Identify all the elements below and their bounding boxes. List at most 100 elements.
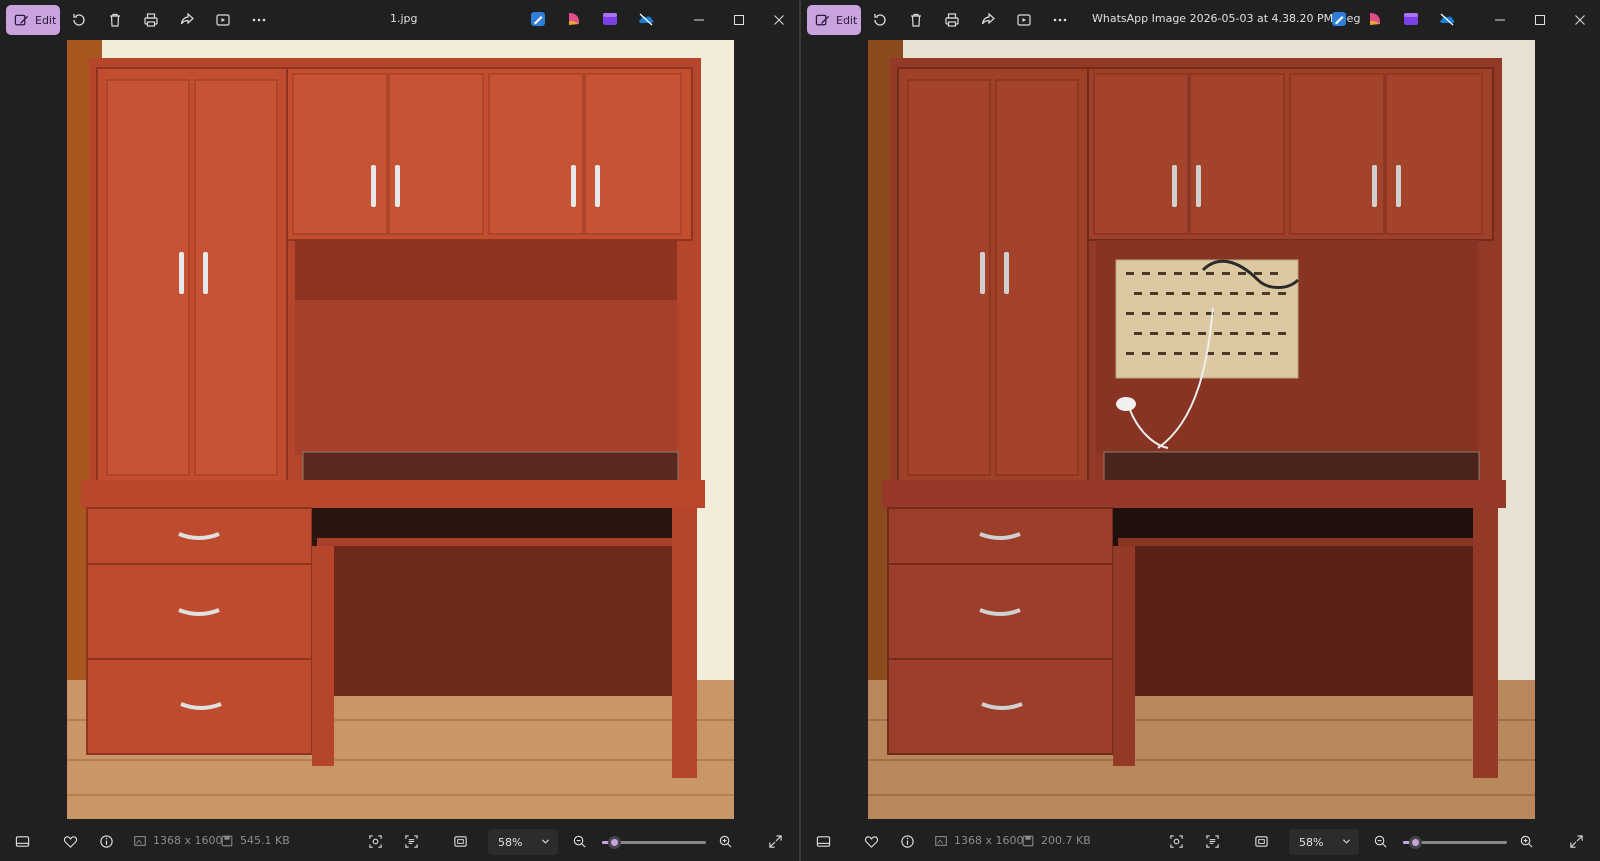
text-scan-button[interactable]	[1203, 832, 1221, 850]
photo-editor-icon[interactable]	[1331, 11, 1347, 27]
maximize-button[interactable]	[724, 5, 754, 35]
delete-button[interactable]	[100, 5, 130, 35]
rotate-button[interactable]	[64, 5, 94, 35]
info-button[interactable]	[97, 832, 115, 850]
minimize-button[interactable]	[1485, 5, 1515, 35]
more-icon	[1053, 18, 1067, 22]
favorite-button[interactable]	[61, 832, 79, 850]
print-icon	[945, 13, 959, 27]
zoom-out-button[interactable]	[570, 832, 588, 850]
zoom-slider[interactable]	[1403, 836, 1507, 849]
share-button[interactable]	[172, 5, 202, 35]
favorite-button[interactable]	[862, 832, 880, 850]
visual-search-icon	[1169, 834, 1183, 848]
share-icon	[180, 12, 194, 25]
zoom-out-icon	[573, 835, 586, 848]
clipchamp-icon[interactable]	[1403, 11, 1419, 27]
fit-to-window-button[interactable]	[451, 832, 469, 850]
print-button[interactable]	[136, 5, 166, 35]
text-scan-icon	[1205, 834, 1219, 848]
zoom-level: 58%	[1299, 835, 1324, 849]
file-size: 200.7 KB	[1041, 834, 1091, 847]
fullscreen-button[interactable]	[766, 832, 784, 850]
slideshow-icon	[216, 14, 230, 26]
zoom-slider-thumb[interactable]	[608, 836, 622, 849]
photo-viewer-window-right: Edit WhatsApp Image 2026-05-03 at 4.38.2…	[801, 0, 1600, 861]
edit-icon	[815, 14, 830, 25]
filmstrip-button[interactable]	[814, 832, 832, 850]
onedrive-icon[interactable]	[638, 11, 654, 27]
favorite-icon	[864, 835, 878, 848]
desk-hutch-photo	[67, 40, 734, 819]
visual-search-button[interactable]	[366, 832, 384, 850]
fullscreen-button[interactable]	[1567, 832, 1585, 850]
file-size: 545.1 KB	[240, 834, 290, 847]
share-button[interactable]	[973, 5, 1003, 35]
chevron-down-icon	[1342, 839, 1351, 844]
minimize-icon	[694, 19, 704, 21]
zoom-in-icon	[1520, 835, 1533, 848]
status-bar: 1368 x 1600 545.1 KB 58%	[0, 822, 799, 861]
slideshow-button[interactable]	[1009, 5, 1039, 35]
close-icon	[774, 15, 784, 25]
filmstrip-button[interactable]	[13, 832, 31, 850]
rotate-icon	[73, 14, 85, 26]
zoom-slider[interactable]	[602, 836, 706, 849]
fullscreen-icon	[1569, 834, 1583, 848]
rotate-icon	[874, 14, 886, 26]
image-dimensions: 1368 x 1600	[153, 834, 223, 847]
fit-icon	[1254, 835, 1268, 847]
more-options-button[interactable]	[1045, 5, 1075, 35]
zoom-slider-thumb[interactable]	[1409, 836, 1423, 849]
close-button[interactable]	[1565, 5, 1595, 35]
text-scan-button[interactable]	[402, 832, 420, 850]
zoom-in-button[interactable]	[716, 832, 734, 850]
edit-button[interactable]: Edit	[807, 5, 861, 35]
image-size-icon	[134, 836, 146, 846]
designer-icon[interactable]	[566, 11, 582, 27]
onedrive-icon[interactable]	[1439, 11, 1455, 27]
delete-icon	[110, 13, 120, 27]
zoom-in-icon	[719, 835, 732, 848]
desk-hutch-with-pegboard-photo	[868, 40, 1535, 819]
zoom-in-button[interactable]	[1517, 832, 1535, 850]
image-dimensions: 1368 x 1600	[954, 834, 1024, 847]
photo-canvas[interactable]	[868, 40, 1535, 819]
edit-button[interactable]: Edit	[6, 5, 60, 35]
maximize-icon	[1535, 15, 1545, 25]
more-icon	[252, 18, 266, 22]
maximize-button[interactable]	[1525, 5, 1555, 35]
fit-to-window-button[interactable]	[1252, 832, 1270, 850]
designer-icon[interactable]	[1367, 11, 1383, 27]
photo-editor-icon[interactable]	[530, 11, 546, 27]
delete-icon	[911, 13, 921, 27]
more-options-button[interactable]	[244, 5, 274, 35]
title-bar: Edit 1.jpg	[0, 0, 799, 40]
minimize-button[interactable]	[684, 5, 714, 35]
file-size-icon	[221, 835, 233, 847]
delete-button[interactable]	[901, 5, 931, 35]
chevron-down-icon	[541, 839, 550, 844]
photo-canvas[interactable]	[67, 40, 734, 819]
status-bar: 1368 x 1600 200.7 KB 58%	[801, 822, 1600, 861]
minimize-icon	[1495, 19, 1505, 21]
fullscreen-icon	[768, 834, 782, 848]
print-icon	[144, 13, 158, 27]
visual-search-icon	[368, 834, 382, 848]
close-button[interactable]	[764, 5, 794, 35]
edit-icon	[14, 14, 29, 25]
slideshow-button[interactable]	[208, 5, 238, 35]
slideshow-icon	[1017, 14, 1031, 26]
zoom-dropdown[interactable]: 58%	[488, 829, 558, 855]
filmstrip-icon	[15, 835, 29, 847]
print-button[interactable]	[937, 5, 967, 35]
zoom-level: 58%	[498, 835, 523, 849]
file-name: 1.jpg	[390, 12, 418, 25]
zoom-out-button[interactable]	[1371, 832, 1389, 850]
clipchamp-icon[interactable]	[602, 11, 618, 27]
visual-search-button[interactable]	[1167, 832, 1185, 850]
maximize-icon	[734, 15, 744, 25]
info-button[interactable]	[898, 832, 916, 850]
rotate-button[interactable]	[865, 5, 895, 35]
zoom-dropdown[interactable]: 58%	[1289, 829, 1359, 855]
